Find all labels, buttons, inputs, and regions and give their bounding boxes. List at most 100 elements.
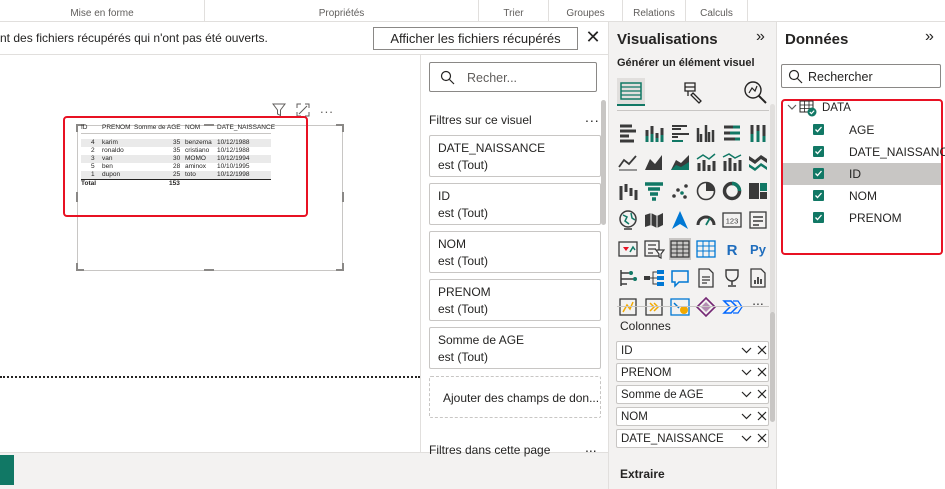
chevron-down-icon[interactable] (741, 343, 752, 360)
filters-page-more-icon[interactable]: ... (585, 439, 597, 455)
checkbox-checked-icon[interactable] (813, 124, 824, 135)
line-column-chart-icon[interactable] (695, 151, 717, 173)
filter-card-prenom[interactable]: PRENOM est (Tout) (429, 279, 601, 321)
multi-row-card-icon[interactable] (747, 209, 769, 231)
chevron-down-icon[interactable] (787, 102, 797, 114)
filter-card-somme-age[interactable]: Somme de AGE est (Tout) (429, 327, 601, 369)
column-well-nom[interactable]: NOM (616, 407, 769, 426)
resize-handle[interactable] (76, 263, 78, 271)
close-notification-icon[interactable]: ✕ (584, 26, 602, 48)
line-chart-icon[interactable] (617, 151, 639, 173)
collapse-data-icon[interactable]: » (925, 28, 934, 46)
decomposition-tree-icon[interactable] (643, 267, 665, 289)
chevron-down-icon[interactable] (741, 387, 752, 404)
filled-map-icon[interactable] (643, 209, 665, 231)
key-influencers-icon[interactable] (617, 267, 639, 289)
remove-field-icon[interactable] (757, 342, 767, 362)
scatter-chart-icon[interactable] (669, 180, 691, 202)
checkbox-checked-icon[interactable] (813, 190, 824, 201)
azure-map-icon[interactable] (669, 209, 691, 231)
analytics-tab[interactable] (741, 78, 769, 106)
more-options-icon[interactable]: ... (320, 101, 334, 116)
map-icon[interactable] (617, 209, 639, 231)
resize-handle[interactable] (342, 263, 344, 271)
line-stacked-column-icon[interactable] (721, 151, 743, 173)
table-node-data[interactable]: DATA (785, 100, 935, 118)
slicer-icon[interactable] (643, 238, 665, 260)
remove-field-icon[interactable] (757, 430, 767, 450)
filter-card-id[interactable]: ID est (Tout) (429, 183, 601, 225)
filters-scrollbar[interactable] (601, 100, 606, 225)
remove-field-icon[interactable] (757, 386, 767, 406)
collapse-visualizations-icon[interactable]: » (756, 28, 765, 46)
search-icon (440, 70, 455, 90)
svg-text:R: R (727, 242, 738, 259)
field-date-naissance[interactable]: DATE_NAISSANCE (783, 141, 945, 163)
column-well-prenom[interactable]: PRENOM (616, 363, 769, 382)
100-bar-chart-icon[interactable] (721, 122, 743, 144)
page-tab[interactable] (0, 455, 14, 485)
resize-handle[interactable] (342, 124, 344, 132)
treemap-icon[interactable] (747, 180, 769, 202)
gauge-icon[interactable] (695, 209, 717, 231)
stacked-bar-chart-icon[interactable] (617, 122, 639, 144)
column-well-date-naissance[interactable]: DATE_NAISSANCE (616, 429, 769, 448)
data-search-input[interactable]: Rechercher (781, 64, 941, 88)
area-chart-icon[interactable] (643, 151, 665, 173)
python-visual-icon[interactable]: Py (747, 238, 769, 260)
remove-field-icon[interactable] (757, 408, 767, 428)
add-data-fields-dropzone[interactable]: Ajouter des champs de don... (429, 376, 601, 418)
build-visual-tab[interactable] (617, 78, 645, 106)
visualizations-scrollbar[interactable] (770, 312, 775, 422)
resize-handle[interactable] (342, 192, 344, 202)
field-age[interactable]: AGE (783, 119, 941, 141)
power-apps-icon[interactable] (617, 296, 639, 318)
format-visual-tab[interactable] (679, 78, 707, 106)
show-recovered-files-button[interactable]: Afficher les fichiers récupérés (373, 27, 578, 50)
more-visuals-icon[interactable]: ... (747, 292, 769, 314)
field-nom[interactable]: NOM (783, 185, 941, 207)
100-column-chart-icon[interactable] (747, 122, 769, 144)
visualizations-title: Visualisations (617, 31, 718, 48)
pie-chart-icon[interactable] (695, 180, 717, 202)
remove-field-icon[interactable] (757, 364, 767, 384)
paginated-report-icon[interactable] (747, 267, 769, 289)
arcgis-map-icon[interactable] (669, 296, 691, 318)
filters-more-icon[interactable]: ... (585, 109, 600, 125)
r-script-visual-icon[interactable]: R (721, 238, 743, 260)
filter-card-nom[interactable]: NOM est (Tout) (429, 231, 601, 273)
power-bi-window: Mise en forme Propriétés Trier Groupes R… (0, 0, 945, 489)
field-id[interactable]: ID (783, 163, 941, 185)
card-icon[interactable]: 123 (721, 209, 743, 231)
power-automate-icon[interactable] (643, 296, 665, 318)
stacked-column-chart-icon[interactable] (643, 122, 665, 144)
resize-handle[interactable] (204, 269, 214, 271)
checkbox-checked-icon[interactable] (813, 168, 824, 179)
checkbox-checked-icon[interactable] (813, 146, 824, 157)
chevron-down-icon[interactable] (741, 409, 752, 426)
field-prenom[interactable]: PRENOM (783, 207, 941, 229)
matrix-icon[interactable] (695, 238, 717, 260)
waterfall-chart-icon[interactable] (617, 180, 639, 202)
clustered-bar-chart-icon[interactable] (669, 122, 691, 144)
stacked-area-chart-icon[interactable] (669, 151, 691, 173)
column-well-id[interactable]: ID (616, 341, 769, 360)
checkbox-checked-icon[interactable] (813, 212, 824, 223)
power-apps-diamond-icon[interactable] (695, 296, 717, 318)
table-visual-icon[interactable] (669, 238, 691, 260)
ribbon-chart-icon[interactable] (747, 151, 769, 173)
filter-card-date-naissance[interactable]: DATE_NAISSANCE est (Tout) (429, 135, 601, 177)
donut-chart-icon[interactable] (721, 180, 743, 202)
filters-search-input[interactable]: Recher... (429, 62, 597, 92)
goals-icon[interactable] (721, 267, 743, 289)
power-automate-flow-icon[interactable] (721, 296, 743, 318)
funnel-chart-icon[interactable] (643, 180, 665, 202)
smart-narrative-icon[interactable] (695, 267, 717, 289)
ribbon-group-properties: Propriétés (205, 0, 479, 22)
clustered-column-chart-icon[interactable] (695, 122, 717, 144)
qa-visual-icon[interactable] (669, 267, 691, 289)
kpi-icon[interactable] (617, 238, 639, 260)
chevron-down-icon[interactable] (741, 431, 752, 448)
chevron-down-icon[interactable] (741, 365, 752, 382)
column-well-somme-age[interactable]: Somme de AGE (616, 385, 769, 404)
